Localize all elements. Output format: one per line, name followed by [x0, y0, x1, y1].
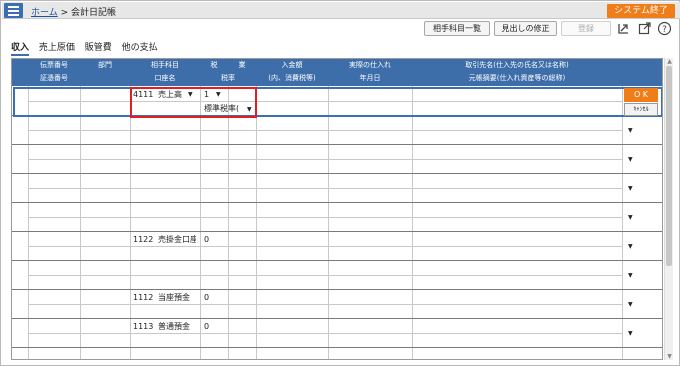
account-name-text: 当座預金 [158, 293, 190, 302]
row-dropdown-icon[interactable]: ▼ [628, 330, 633, 337]
row-dropdown-icon[interactable]: ▼ [628, 301, 633, 308]
heading-fix-button[interactable]: 見出しの修正 [494, 21, 557, 36]
home-link[interactable]: ホーム [31, 8, 58, 18]
header-account-name: 口座名 [154, 74, 176, 82]
tax-code-field[interactable]: 0 [204, 291, 224, 305]
row-dropdown-icon[interactable]: ▼ [628, 127, 633, 134]
table-row[interactable] [12, 232, 662, 261]
breadcrumb-separator: > [60, 8, 69, 18]
tab-sga[interactable]: 販管費 [85, 40, 112, 53]
header-actual-purchase: 実際の仕入れ [349, 61, 391, 69]
tax-code-field[interactable]: 0 [204, 320, 224, 334]
top-bar: ホーム > 会計日記帳 システム終了 [2, 2, 680, 19]
header-ledger-summary: 元帳摘要(仕入れ資産等の総称) [468, 74, 566, 82]
hamburger-menu-icon[interactable] [4, 3, 23, 18]
header-tax: 税 [210, 61, 218, 69]
table-row[interactable] [12, 116, 662, 145]
editing-row-highlight [13, 87, 662, 117]
highlight-box [130, 87, 257, 118]
header-voucher-number: 証憑番号 [40, 74, 68, 82]
table-row[interactable] [12, 290, 662, 319]
ok-button[interactable]: O K [624, 88, 658, 102]
register-button[interactable]: 登録 [561, 21, 611, 36]
open-window-icon[interactable] [637, 21, 652, 36]
header-department: 部門 [98, 61, 112, 69]
tax-code-field[interactable]: 0 [204, 233, 224, 247]
header-customer-name: 取引先名(仕入先の氏名又は名称) [465, 61, 569, 69]
tab-income[interactable]: 収入 [11, 40, 30, 56]
scroll-up-arrow-icon[interactable]: ▲ [666, 58, 673, 65]
header-business: 業 [238, 61, 246, 69]
cancel-button[interactable]: ｷｬﾝｾﾙ [624, 103, 658, 116]
category-tabs: 収入 売上原価 販管費 他の支払 [11, 40, 165, 56]
page-title: 会計日記帳 [71, 8, 117, 18]
account-name-text: 売掛金口座 [158, 235, 196, 244]
table-row[interactable] [12, 261, 662, 290]
table-row[interactable] [12, 319, 662, 348]
scroll-down-arrow-icon[interactable]: ▼ [666, 353, 673, 360]
row-dropdown-icon[interactable]: ▼ [628, 214, 633, 221]
header-consumption-tax: (内、消費税等) [268, 74, 316, 82]
grid-header: 伝票番号 部門 相手科目 税 業 入金額 実際の仕入れ 取引先名(仕入先の氏名又… [12, 59, 662, 86]
account-name-text: 普通預金 [158, 322, 190, 331]
row-dropdown-icon[interactable]: ▼ [628, 156, 633, 163]
journal-grid: 伝票番号 部門 相手科目 税 業 入金額 実際の仕入れ 取引先名(仕入先の氏名又… [11, 58, 663, 360]
row-dropdown-icon[interactable]: ▼ [628, 185, 633, 192]
header-date: 年月日 [359, 74, 381, 82]
header-deposit-amount: 入金額 [281, 61, 303, 69]
system-exit-button[interactable]: システム終了 [607, 4, 675, 18]
help-icon[interactable]: ? [657, 21, 672, 36]
vertical-scrollbar[interactable]: ▲ ▼ [664, 58, 673, 360]
row-dropdown-icon[interactable]: ▼ [628, 272, 633, 279]
header-slip-number: 伝票番号 [40, 61, 68, 69]
svg-text:?: ? [662, 25, 667, 35]
header-tax-rate: 税率 [221, 74, 235, 82]
tab-cost-of-sales[interactable]: 売上原価 [39, 40, 75, 53]
table-row[interactable] [12, 145, 662, 174]
row-dropdown-icon[interactable]: ▼ [628, 243, 633, 250]
table-row[interactable] [12, 174, 662, 203]
export-icon[interactable] [616, 21, 631, 36]
counter-account-list-button[interactable]: 相手科目一覧 [424, 21, 490, 36]
app-window: ホーム > 会計日記帳 システム終了 相手科目一覧 見出しの修正 登録 ? 収入… [0, 0, 680, 366]
breadcrumb: ホーム > 会計日記帳 [31, 5, 116, 18]
header-counter-account: 相手科目 [151, 61, 179, 69]
table-row[interactable] [12, 203, 662, 232]
tab-other-payments[interactable]: 他の支払 [122, 40, 158, 53]
scroll-thumb[interactable] [666, 66, 672, 266]
